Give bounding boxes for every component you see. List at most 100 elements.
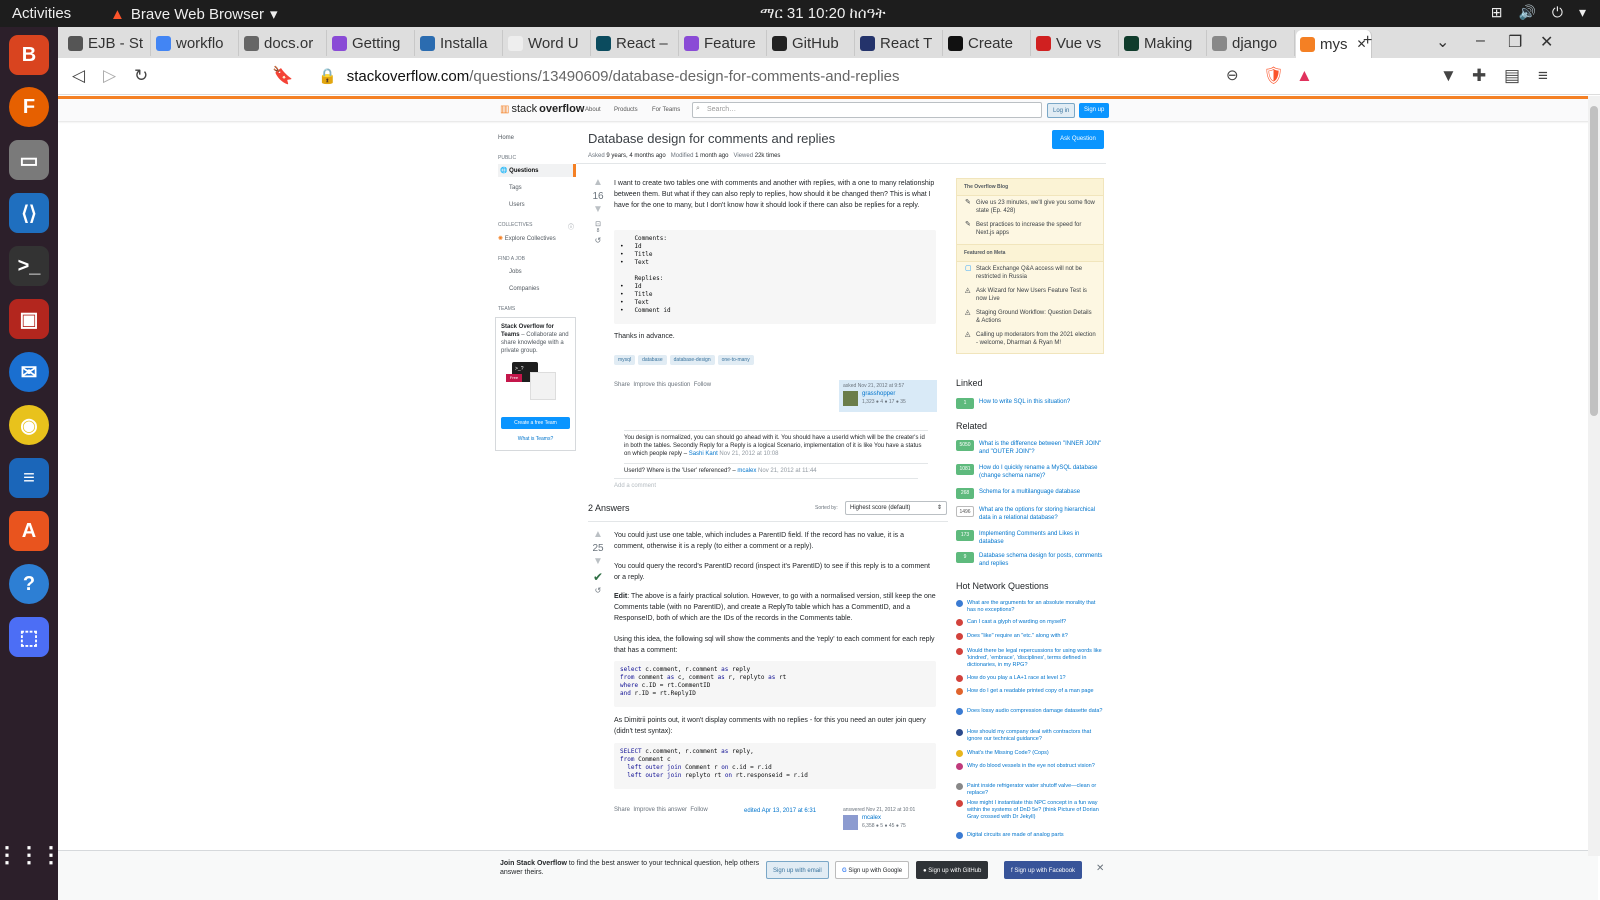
signup-email-button[interactable]: Sign up with email <box>766 861 829 879</box>
question-actions[interactable]: Share Improve this question Follow <box>614 382 711 388</box>
signup-button[interactable]: Sign up <box>1079 103 1110 118</box>
what-is-teams-link[interactable]: What is Teams? <box>496 435 575 443</box>
help-icon[interactable]: ? <box>9 564 49 604</box>
bookmark-icon[interactable]: ⊡ <box>588 220 608 228</box>
sort-select[interactable]: Highest score (default) ⇕ <box>845 501 947 515</box>
vpn-icon[interactable]: ▼ <box>1440 66 1457 86</box>
tab-9[interactable]: GitHub <box>768 30 855 56</box>
linked-item[interactable]: 1 How to write SQL in this situation? <box>956 398 1104 410</box>
files-icon[interactable]: ▭ <box>9 140 49 180</box>
hnq-item[interactable]: How should my company deal with contract… <box>956 729 1104 743</box>
related-item[interactable]: 1081 How do I quickly rename a MySQL data… <box>956 464 1104 482</box>
terminal-icon[interactable]: >_ <box>9 246 49 286</box>
history-icon[interactable]: ↺ <box>588 586 608 595</box>
tab-list-icon[interactable]: ⌄ <box>1436 32 1449 52</box>
tab-10[interactable]: React T <box>856 30 943 56</box>
tab-13[interactable]: Making <box>1120 30 1207 56</box>
modified-value[interactable]: 1 month ago <box>695 153 728 159</box>
related-item[interactable]: 9 Database schema design for posts, comme… <box>956 552 1104 570</box>
power-icon[interactable]: ⏻ <box>1552 4 1563 21</box>
brave-dock-icon[interactable]: B <box>9 35 49 75</box>
tab-4[interactable]: Getting <box>328 30 415 56</box>
answer-actions[interactable]: Share Improve this answer Follow <box>614 807 708 813</box>
hnq-item[interactable]: What's the Missing Code? (Cops) <box>956 750 1104 764</box>
hnq-item[interactable]: Would there be legal repercussions for u… <box>956 648 1104 668</box>
tag-one-to-many[interactable]: one-to-many <box>717 355 754 365</box>
nav-companies[interactable]: Companies <box>509 286 539 292</box>
create-team-button[interactable]: Create a free Team <box>501 417 570 429</box>
nav-about[interactable]: About <box>585 107 601 113</box>
avatar[interactable] <box>843 391 858 406</box>
hnq-item[interactable]: What are the arguments for an absolute m… <box>956 600 1104 614</box>
nav-jobs[interactable]: Jobs <box>509 269 522 275</box>
tab-12[interactable]: Vue vs <box>1032 30 1119 56</box>
tag-database[interactable]: database <box>638 355 667 365</box>
tab-15[interactable]: mys ✕ <box>1296 30 1372 58</box>
upvote-icon[interactable]: ▲ <box>588 178 608 188</box>
chevron-down-icon[interactable]: ▾ <box>1579 4 1586 21</box>
meta-item-2[interactable]: ◬ Ask Wizard for New Users Feature Test i… <box>957 284 1103 306</box>
hnq-item[interactable]: How do I get a readable printed copy of … <box>956 688 1104 702</box>
signup-github-button[interactable]: ● Sign up with GitHub <box>916 861 989 879</box>
tab-14[interactable]: django <box>1208 30 1295 56</box>
hnq-item[interactable]: Digital circuits are made of analog part… <box>956 832 1104 846</box>
brave-shields-icon[interactable]: 🛡 <box>1263 66 1285 86</box>
app-menu[interactable]: ▲ Brave Web Browser ▾ <box>110 5 278 24</box>
close-window-icon[interactable]: ✕ <box>1540 32 1553 52</box>
related-item[interactable]: 1496 What are the options for storing hie… <box>956 506 1104 524</box>
nav-for-teams[interactable]: For Teams <box>652 107 680 113</box>
hnq-item[interactable]: Why do blood vessels in the eye not obst… <box>956 763 1104 777</box>
tab-7[interactable]: React – <box>592 30 679 56</box>
history-icon[interactable]: ↺ <box>588 236 608 245</box>
signup-facebook-button[interactable]: f Sign up with Facebook <box>1004 861 1083 879</box>
hnq-item[interactable]: How do you play a LA+1 race at level 1? <box>956 675 1104 689</box>
extensions-icon[interactable]: ✚ <box>1472 66 1486 86</box>
back-icon[interactable]: ◁ <box>72 66 85 86</box>
screen-recorder-icon[interactable]: ▣ <box>9 299 49 339</box>
tab-1[interactable]: EJB - St <box>64 30 151 56</box>
nav-home[interactable]: Home <box>498 135 514 141</box>
network-icon[interactable]: ⊞ <box>1491 4 1503 21</box>
new-tab-icon[interactable]: + <box>1363 32 1372 50</box>
nav-questions[interactable]: 🌐 Questions <box>498 164 576 177</box>
firefox-icon[interactable]: F <box>9 87 49 127</box>
brave-rewards-icon[interactable]: ▲ <box>1296 66 1313 86</box>
url-field[interactable]: 🔒 stackoverflow.com /questions/13490609/… <box>318 63 1318 89</box>
answer-edited[interactable]: edited Apr 13, 2017 at 6:31 <box>744 808 816 814</box>
menu-icon[interactable]: ≡ <box>1538 66 1548 86</box>
scrollbar-thumb[interactable] <box>1590 106 1598 416</box>
activities-button[interactable]: Activities <box>12 5 71 22</box>
tab-3[interactable]: docs.or <box>240 30 327 56</box>
minimize-icon[interactable]: – <box>1476 32 1485 50</box>
reload-icon[interactable]: ↻ <box>134 66 148 86</box>
maximize-icon[interactable]: ❐ <box>1508 32 1522 52</box>
search-input[interactable]: Search… <box>692 102 1042 118</box>
hnq-item[interactable]: Does lossy audio compression damage data… <box>956 708 1104 722</box>
related-item[interactable]: 5050 What is the difference between "INNE… <box>956 440 1104 458</box>
related-item[interactable]: 268 Schema for a multilanguage database <box>956 488 1104 506</box>
tag-mysql[interactable]: mysql <box>614 355 636 365</box>
screenshot-icon[interactable]: ⬚ <box>9 617 49 657</box>
login-button[interactable]: Log in <box>1047 103 1076 118</box>
downvote-icon[interactable]: ▼ <box>588 205 608 215</box>
add-comment-link[interactable]: Add a comment <box>614 478 918 490</box>
wallet-icon[interactable]: ▤ <box>1504 66 1520 86</box>
so-logo[interactable]: ▥ stack overflow <box>500 103 584 115</box>
software-icon[interactable]: A <box>9 511 49 551</box>
tab-6[interactable]: Word U <box>504 30 591 56</box>
signup-google-button[interactable]: G Sign up with Google <box>835 861 910 879</box>
close-icon[interactable]: ✕ <box>1096 863 1104 874</box>
tab-2[interactable]: workflo <box>152 30 239 56</box>
hnq-item[interactable]: How might I instantiate this NPC concept… <box>956 800 1104 820</box>
nav-users[interactable]: Users <box>509 202 525 208</box>
hnq-item[interactable]: Can I cast a glyph of warding on myself? <box>956 619 1104 633</box>
comment-1-user[interactable]: Sashi Kant <box>689 451 718 457</box>
vscode-icon[interactable]: ⟨⟩ <box>9 193 49 233</box>
comment-2-user[interactable]: mcalex <box>737 468 756 474</box>
volume-icon[interactable]: 🔊 <box>1518 4 1535 21</box>
meta-item-3[interactable]: ◬ Staging Ground Workflow: Question Detai… <box>957 306 1103 328</box>
blog-item-1[interactable]: ✎ Give us 23 minutes, we'll give you some… <box>957 196 1103 218</box>
nav-tags[interactable]: Tags <box>509 185 522 191</box>
meta-item-4[interactable]: ◬ Calling up moderators from the 2021 ele… <box>957 328 1103 353</box>
zoom-icon[interactable]: ⊖ <box>1226 66 1239 84</box>
